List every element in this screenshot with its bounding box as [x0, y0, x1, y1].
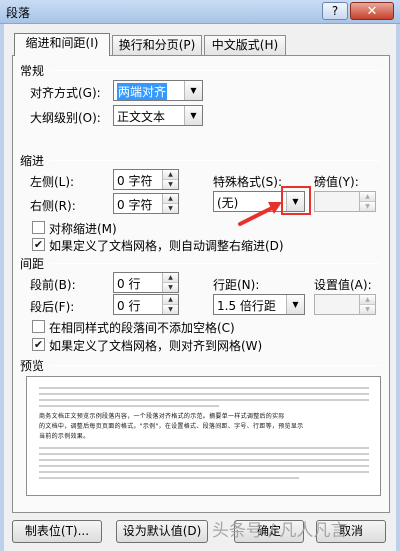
spin-down-icon[interactable]: ▼ [162, 180, 178, 189]
spin-up-icon[interactable]: ▲ [162, 194, 178, 204]
set-default-button[interactable]: 设为默认值(D) [116, 520, 208, 543]
space-after-value: 0 行 [117, 299, 141, 313]
indent-right-spinner[interactable]: 0 字符 ▲ ▼ [113, 193, 179, 214]
preview-next-line [39, 447, 369, 449]
spin-down-icon[interactable]: ▼ [359, 202, 375, 211]
no-space-same-style-checkbox[interactable] [32, 320, 45, 333]
outline-level-label: 大纲级别(O): [30, 111, 101, 125]
preview-prev-line [39, 405, 219, 407]
outline-level-select[interactable]: 正文文本 ▼ [113, 105, 203, 126]
preview-heading: 预览 [20, 359, 45, 373]
watermark-text: 头条号 / 凡人凡言 [212, 521, 348, 541]
line-spacing-select[interactable]: 1.5 倍行距 ▼ [213, 294, 305, 315]
chevron-down-icon[interactable]: ▼ [184, 106, 202, 125]
auto-adjust-label: 如果定义了文档网格，则自动调整右缩进(D) [49, 239, 284, 253]
preview-next-line [39, 471, 369, 473]
tab-line-page-breaks[interactable]: 换行和分页(P) [112, 35, 202, 55]
indent-left-label: 左侧(L): [30, 175, 75, 189]
preview-next-line [39, 477, 299, 479]
preview-pane: 商务文档正文预览示例段落内容，一个段落对齐格式的示范。摘要单一样式调整后的实际 … [26, 376, 381, 496]
snap-to-grid-checkbox[interactable]: ✔ [32, 338, 45, 351]
indent-by-spinner[interactable]: ▲ ▼ [314, 191, 376, 212]
preview-next-line [39, 453, 369, 455]
spin-up-icon[interactable]: ▲ [162, 170, 178, 180]
dialog-title: 段落 [6, 6, 31, 20]
preview-separator [50, 365, 380, 366]
no-space-same-style-label: 在相同样式的段落间不添加空格(C) [49, 321, 235, 335]
chevron-down-icon[interactable]: ▼ [286, 295, 304, 314]
indent-right-label: 右侧(R): [30, 199, 76, 213]
space-before-spinner[interactable]: 0 行 ▲ ▼ [113, 272, 179, 293]
tabs-button[interactable]: 制表位(T)... [12, 520, 102, 543]
indent-left-spinner[interactable]: 0 字符 ▲ ▼ [113, 169, 179, 190]
preview-prev-line [39, 399, 369, 401]
indent-separator [50, 160, 380, 161]
space-before-value: 0 行 [117, 277, 141, 291]
spin-up-icon[interactable]: ▲ [359, 192, 375, 202]
spin-up-icon[interactable]: ▲ [359, 295, 375, 305]
outline-level-value: 正文文本 [117, 110, 166, 124]
alignment-value: 两端对齐 [117, 83, 168, 100]
help-button[interactable]: ? [322, 2, 348, 20]
spin-down-icon[interactable]: ▼ [162, 283, 178, 292]
snap-to-grid-label: 如果定义了文档网格，则对齐到网格(W) [49, 339, 263, 353]
close-button[interactable]: ✕ [350, 2, 394, 20]
indent-heading: 缩进 [20, 154, 45, 168]
mirror-indent-checkbox[interactable] [32, 221, 45, 234]
general-heading: 常规 [20, 64, 45, 78]
general-separator [50, 70, 380, 71]
mirror-indent-label: 对称缩进(M) [49, 222, 117, 236]
spacing-at-spinner[interactable]: ▲ ▼ [314, 294, 376, 315]
alignment-label: 对齐方式(G): [30, 86, 101, 100]
tab-indent-spacing[interactable]: 缩进和间距(I) [14, 33, 110, 56]
spacing-heading: 间距 [20, 257, 45, 271]
preview-text-line: 当前的示例效果。 [39, 433, 90, 440]
preview-prev-line [39, 393, 369, 395]
spacing-separator [50, 263, 380, 264]
preview-next-line [39, 459, 369, 461]
arrow-annotation-icon [238, 202, 282, 226]
spin-up-icon[interactable]: ▲ [162, 295, 178, 305]
indent-right-value: 0 字符 [117, 198, 153, 212]
preview-text-line: 的文档中，调整后每页页面的格式。"示例"，在设置格式、段落间距、字号、行距等，预… [39, 423, 304, 430]
preview-prev-line [39, 387, 369, 389]
indent-by-label: 磅值(Y): [314, 175, 359, 189]
line-spacing-value: 1.5 倍行距 [217, 299, 276, 313]
spacing-at-label: 设置值(A): [314, 278, 372, 292]
spin-down-icon[interactable]: ▼ [162, 204, 178, 213]
preview-next-line [39, 465, 369, 467]
spin-down-icon[interactable]: ▼ [162, 305, 178, 314]
auto-adjust-checkbox[interactable]: ✔ [32, 238, 45, 251]
alignment-select[interactable]: 两端对齐 ▼ [113, 80, 203, 101]
space-after-spinner[interactable]: 0 行 ▲ ▼ [113, 294, 179, 315]
line-spacing-label: 行距(N): [213, 278, 260, 292]
tab-asian-typography[interactable]: 中文版式(H) [204, 35, 286, 55]
preview-text-line: 商务文档正文预览示例段落内容，一个段落对齐格式的示范。摘要单一样式调整后的实际 [39, 413, 285, 420]
special-format-label: 特殊格式(S): [213, 175, 283, 189]
chevron-down-icon[interactable]: ▼ [184, 81, 202, 100]
space-before-label: 段前(B): [30, 278, 76, 292]
spin-up-icon[interactable]: ▲ [162, 273, 178, 283]
indent-left-value: 0 字符 [117, 174, 153, 188]
spin-down-icon[interactable]: ▼ [359, 305, 375, 314]
space-after-label: 段后(F): [30, 300, 75, 314]
